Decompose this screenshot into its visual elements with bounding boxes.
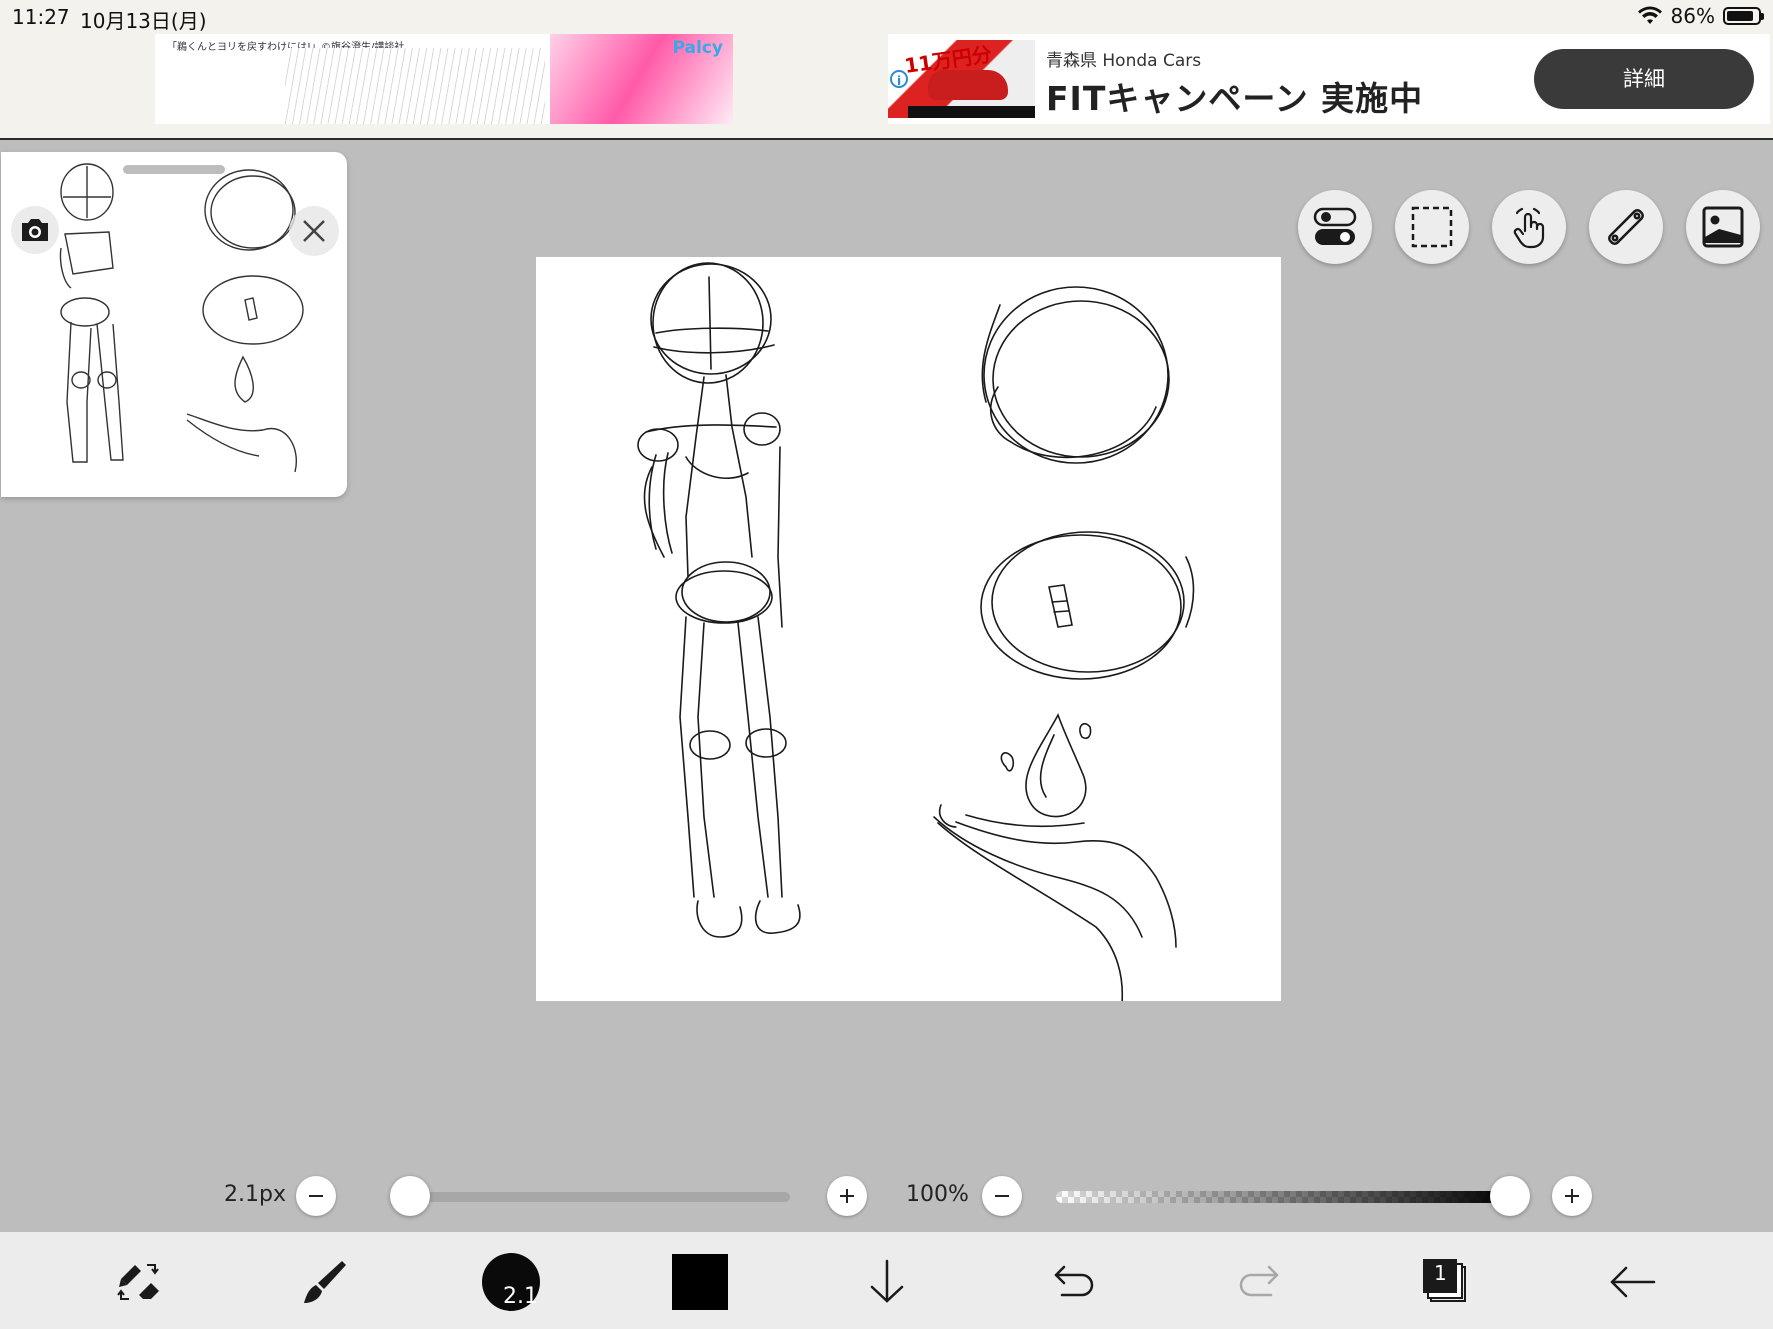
undo-icon [1054, 1265, 1094, 1297]
minus-icon [995, 1195, 1009, 1197]
status-right: 86% [1637, 4, 1764, 28]
minus-icon [309, 1195, 323, 1197]
selection-icon [1411, 206, 1453, 248]
brush-size-increase-button[interactable] [827, 1176, 867, 1216]
wifi-icon [1637, 6, 1662, 24]
sketch-artwork [637, 262, 1195, 1013]
brush-size-label: 2.1px [224, 1182, 286, 1207]
arrow-down-icon [870, 1259, 904, 1303]
camera-icon [22, 219, 48, 241]
car-image [928, 70, 1008, 100]
info-icon[interactable]: i [890, 70, 908, 88]
reference-camera-button[interactable] [11, 206, 59, 254]
slider-row: 2.1px 100% [0, 1170, 1773, 1220]
brush-size-slider-track[interactable] [390, 1192, 790, 1202]
layer-count: 1 [1434, 1261, 1447, 1285]
ad-car-thumbnail: 11万円分 [888, 40, 1035, 118]
undo-button[interactable] [1043, 1252, 1103, 1312]
ruler-button[interactable] [1589, 190, 1663, 264]
ad-right-banner[interactable]: 11万円分 i 青森県 Honda Cars FITキャンペーン 実施中 詳細 [888, 34, 1770, 124]
toggle-button[interactable] [1298, 190, 1372, 264]
ad-headline: FITキャンペーン 実施中 [1046, 79, 1424, 118]
reference-close-button[interactable] [289, 206, 339, 256]
opacity-label: 100% [906, 1182, 969, 1207]
ad-thumb-strip [908, 106, 1035, 118]
battery-percent: 86% [1670, 4, 1715, 28]
close-icon [303, 220, 325, 242]
ad-advertiser: 青森県 Honda Cars [1046, 51, 1202, 71]
bottom-toolbar: 2.1 1 [0, 1232, 1773, 1329]
ad-left-banner[interactable]: 「鵜くんとヨリを戻すわけには!」©旗谷澄生/講談社 Palcy [155, 34, 733, 124]
layers-button[interactable]: 1 [1416, 1252, 1476, 1312]
hand-icon [1513, 207, 1545, 249]
opacity-decrease-button[interactable] [982, 1176, 1022, 1216]
battery-icon [1723, 7, 1764, 25]
drawing-canvas[interactable] [536, 257, 1281, 1013]
brush-preview-label: 2.1 [503, 1284, 538, 1309]
battery-fill [1727, 11, 1753, 21]
swap-pen-eraser-icon [117, 1264, 159, 1300]
ad-manga-image [285, 48, 545, 124]
color-picker-button[interactable] [670, 1252, 730, 1312]
ruler-icon [1608, 209, 1644, 245]
brush-tool-button[interactable] [295, 1252, 355, 1312]
image-button[interactable] [1686, 190, 1760, 264]
status-time: 11:27 [12, 5, 70, 29]
opacity-increase-button[interactable] [1552, 1176, 1592, 1216]
reference-thumbnail [59, 163, 304, 473]
opacity-slider-knob[interactable] [1490, 1176, 1530, 1216]
reference-panel[interactable] [1, 152, 347, 497]
redo-icon [1239, 1265, 1279, 1297]
swap-pen-eraser-button[interactable] [108, 1252, 168, 1312]
status-bar: 11:27 10月13日(月) 86% [0, 0, 1773, 34]
toggle-icon [1313, 207, 1357, 245]
back-button[interactable] [1603, 1252, 1663, 1312]
hand-button[interactable] [1492, 190, 1566, 264]
ad-left-brand: Palcy [672, 38, 723, 58]
panel-drag-handle[interactable] [123, 165, 225, 174]
brush-size-slider-knob[interactable] [390, 1176, 430, 1216]
selection-button[interactable] [1395, 190, 1469, 264]
image-icon [1702, 206, 1744, 248]
ad-banner: 「鵜くんとヨリを戻すわけには!」©旗谷澄生/講談社 Palcy 11万円分 i … [0, 34, 1773, 140]
brush-icon [304, 1261, 346, 1303]
plus-icon [840, 1189, 854, 1203]
redo-button[interactable] [1230, 1252, 1290, 1312]
opacity-slider-track[interactable] [1056, 1191, 1512, 1203]
download-button[interactable] [857, 1252, 917, 1312]
brush-size-decrease-button[interactable] [296, 1176, 336, 1216]
ad-details-button[interactable]: 詳細 [1534, 49, 1754, 109]
plus-icon [1565, 1189, 1579, 1203]
arrow-left-icon [1610, 1266, 1656, 1298]
brush-preview-button[interactable]: 2.1 [481, 1252, 541, 1312]
status-date: 10月13日(月) [80, 9, 207, 33]
current-color-swatch [672, 1254, 728, 1310]
